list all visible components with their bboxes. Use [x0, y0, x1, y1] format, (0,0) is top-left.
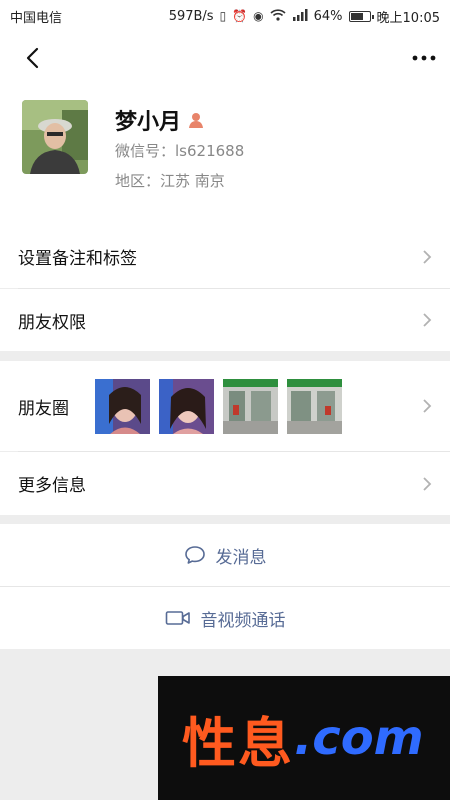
gender-female-icon: [189, 113, 204, 128]
chevron-left-icon: [26, 47, 39, 69]
battery-percent: 64%: [313, 8, 343, 24]
send-message-button[interactable]: 发消息: [0, 524, 450, 586]
more-info-cell[interactable]: 更多信息: [0, 452, 450, 515]
set-remark-tags-cell[interactable]: 设置备注和标签: [0, 225, 450, 288]
friend-permissions-cell[interactable]: 朋友权限: [0, 289, 450, 351]
video-camera-icon: [165, 611, 190, 625]
carrier-label: 中国电信: [10, 10, 63, 26]
clock: 晚上10:05: [376, 10, 440, 26]
net-speed: 597B/s: [168, 8, 214, 24]
friend-permissions-label: 朋友权限: [18, 312, 86, 333]
chat-bubble-icon: [184, 546, 205, 564]
back-button[interactable]: [14, 40, 50, 76]
moments-photo: [95, 378, 150, 434]
status-bar: 中国电信 597B/s ▯ ⏰ ◉ 64% 晚上10:05: [0, 0, 450, 32]
more-info-label: 更多信息: [18, 476, 86, 496]
watermark-domain: .com: [294, 710, 424, 766]
battery-icon: [348, 10, 374, 22]
more-dots-icon: [412, 55, 436, 61]
contact-name: 梦小月: [115, 110, 182, 135]
region: 地区：江苏 南京: [115, 172, 225, 190]
moments-cell[interactable]: 朋友圈: [0, 361, 450, 451]
status-indicators: 597B/s ▯ ⏰ ◉ 64% 晚上10:05: [169, 7, 440, 26]
name-row: 梦小月: [115, 104, 205, 136]
send-message-label: 发消息: [215, 547, 267, 568]
profile-header: 梦小月 微信号：ls621688 地区：江苏 南京: [0, 84, 450, 225]
chevron-right-icon: [423, 476, 432, 491]
alarm-icon: ⏰: [232, 9, 248, 23]
signal-icon: [292, 8, 308, 24]
chevron-right-icon: [423, 399, 432, 413]
moments-thumbnails: [95, 378, 342, 434]
video-call-button[interactable]: 音视频通话: [0, 587, 450, 649]
moments-photo: [287, 378, 342, 434]
vibrate-icon: ▯: [219, 9, 227, 23]
chevron-right-icon: [423, 249, 432, 264]
watermark-text: 性息: [182, 710, 294, 775]
nav-bar: [0, 32, 450, 84]
avatar[interactable]: [22, 100, 88, 174]
moments-photo: [223, 378, 278, 434]
wechat-id: 微信号：ls621688: [115, 142, 245, 160]
moments-label: 朋友圈: [18, 398, 69, 419]
wifi-icon: [270, 8, 286, 24]
eye-icon: ◉: [253, 9, 264, 23]
set-remark-tags-label: 设置备注和标签: [18, 249, 137, 269]
chevron-right-icon: [423, 313, 432, 327]
moments-photo: [159, 378, 214, 434]
video-call-label: 音视频通话: [200, 610, 286, 631]
more-options-button[interactable]: [400, 40, 436, 76]
watermark-banner: 性息 .com: [158, 676, 450, 800]
